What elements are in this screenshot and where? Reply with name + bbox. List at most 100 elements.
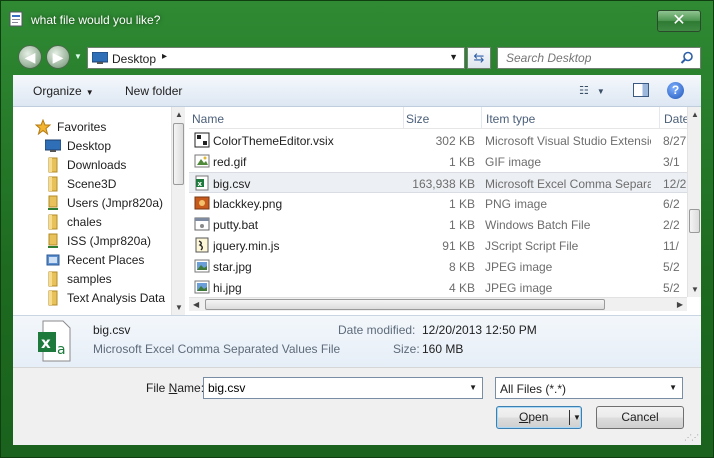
scroll-right-icon[interactable]: ▶ — [677, 300, 683, 309]
refresh-button[interactable]: ⇆ — [467, 47, 491, 69]
dialog-footer: File Name: ▼ All Files (*.*) ▼ Open ▼ Ca… — [13, 367, 701, 445]
svg-text:x: x — [41, 334, 51, 352]
column-header-size[interactable]: Size — [406, 112, 429, 126]
scroll-up-icon[interactable]: ▲ — [175, 110, 183, 119]
file-row-blackkey-png[interactable]: blackkey.png 1 KB PNG image 6/2 — [189, 193, 687, 214]
details-file-type: Microsoft Excel Comma Separated Values F… — [93, 342, 341, 356]
scroll-down-icon[interactable]: ▼ — [691, 285, 699, 294]
cancel-button[interactable]: Cancel — [596, 406, 684, 429]
column-header-name[interactable]: Name — [192, 112, 224, 126]
open-button[interactable]: Open ▼ — [496, 406, 582, 429]
file-list-vertical-scrollbar[interactable]: ▲ ▼ — [687, 107, 701, 297]
scroll-down-icon[interactable]: ▼ — [175, 303, 183, 312]
file-type: JPEG image — [485, 281, 553, 295]
nav-item-favorites[interactable]: Favorites — [35, 117, 106, 136]
file-name: ColorThemeEditor.vsix — [213, 134, 334, 148]
file-name-combobox[interactable]: ▼ — [203, 377, 483, 399]
forward-button[interactable]: ▶ — [46, 45, 70, 69]
details-size-label: Size: — [393, 342, 420, 356]
chevron-down-icon[interactable]: ▼ — [449, 52, 458, 62]
organize-button[interactable]: Organize ▼ — [33, 84, 94, 98]
desktop-icon — [45, 139, 61, 152]
file-name-input[interactable] — [204, 378, 462, 398]
nav-item-label: ISS (Jmpr820a) — [67, 233, 152, 248]
open-label: Open — [519, 407, 548, 428]
column-header-date[interactable]: Date — [664, 112, 689, 126]
label-part: ame: — [177, 381, 205, 395]
nav-item-recent-places[interactable]: Recent Places — [45, 250, 144, 269]
file-row-jquery-js[interactable]: jquery.min.js 91 KB JScript Script File … — [189, 235, 687, 256]
file-row-colorthemeeditor[interactable]: ColorThemeEditor.vsix 302 KB Microsoft V… — [189, 130, 687, 151]
address-bar[interactable]: Desktop ▸ ▼ — [87, 47, 465, 69]
help-button[interactable]: ? — [667, 82, 684, 99]
nav-item-desktop[interactable]: Desktop — [45, 136, 111, 155]
new-folder-button[interactable]: New folder — [125, 84, 182, 98]
nav-item-iss[interactable]: ISS (Jmpr820a) — [45, 231, 151, 250]
back-button[interactable]: ◀ — [18, 45, 42, 69]
scrollbar-thumb[interactable] — [205, 299, 605, 310]
organize-label: Organize — [33, 84, 82, 98]
scrollbar-thumb[interactable] — [689, 209, 700, 233]
image-icon — [194, 154, 210, 168]
file-row-big-csv[interactable]: x big.csv 163,938 KB Microsoft Excel Com… — [189, 172, 687, 193]
file-row-star-jpg[interactable]: star.jpg 8 KB JPEG image 5/2 — [189, 256, 687, 277]
nav-item-chales[interactable]: chales — [45, 212, 102, 231]
scroll-left-icon[interactable]: ◀ — [193, 300, 199, 309]
file-row-putty-bat[interactable]: putty.bat 1 KB Windows Batch File 2/2 — [189, 214, 687, 235]
details-size-value: 160 MB — [422, 342, 464, 356]
recent-locations-dropdown[interactable]: ▼ — [74, 52, 82, 61]
nav-item-users[interactable]: Users (Jmpr820a) — [45, 193, 163, 212]
file-row-hi-jpg[interactable]: hi.jpg 4 KB JPEG image 5/2 — [189, 277, 687, 298]
vsix-icon — [194, 132, 210, 148]
column-divider[interactable] — [403, 107, 404, 129]
nav-item-samples[interactable]: samples — [45, 269, 112, 288]
file-row-red-gif[interactable]: red.gif 1 KB GIF image 3/1 — [189, 151, 687, 172]
search-input[interactable] — [498, 48, 674, 68]
file-type: GIF image — [485, 155, 542, 169]
details-file-name: big.csv — [93, 323, 131, 337]
nav-item-text-analysis-data[interactable]: Text Analysis Data — [45, 288, 165, 307]
navigation-pane-scrollbar[interactable]: ▲ ▼ — [171, 107, 185, 315]
scroll-up-icon[interactable]: ▲ — [691, 110, 699, 119]
column-divider[interactable] — [659, 107, 660, 129]
search-box[interactable] — [497, 47, 701, 69]
chevron-down-icon[interactable]: ▼ — [573, 407, 581, 428]
file-name: hi.jpg — [213, 281, 242, 295]
folder-icon — [48, 176, 58, 191]
nav-item-label: chales — [67, 214, 102, 229]
file-type: JScript Script File — [485, 239, 579, 253]
jpeg-icon — [194, 259, 210, 273]
nav-item-label: samples — [67, 271, 112, 286]
svg-text:a: a — [57, 342, 66, 358]
file-size: 4 KB — [448, 281, 475, 295]
chevron-right-icon[interactable]: ▸ — [162, 51, 167, 62]
file-name: red.gif — [213, 155, 247, 169]
preview-pane-button[interactable] — [633, 83, 649, 97]
label-part: File — [146, 381, 169, 395]
resize-grip-icon[interactable]: ⋰⋰ — [684, 433, 699, 442]
file-type: Windows Batch File — [485, 218, 591, 232]
nav-item-downloads[interactable]: Downloads — [45, 155, 126, 174]
column-header-item-type[interactable]: Item type — [486, 112, 535, 126]
close-button[interactable]: ✕ — [657, 10, 701, 32]
nav-item-scene3d[interactable]: Scene3D — [45, 174, 116, 193]
file-list-horizontal-scrollbar[interactable]: ◀ ▶ — [189, 297, 687, 311]
star-icon — [35, 118, 51, 135]
document-icon — [9, 11, 23, 27]
file-type: Microsoft Visual Studio Extension — [485, 134, 651, 148]
navigation-bar: ◀ ▶ ▼ Desktop ▸ ▼ ⇆ — [1, 41, 713, 73]
file-type-select[interactable]: All Files (*.*) ▼ — [495, 377, 683, 399]
file-size: 163,938 KB — [412, 177, 475, 191]
address-location[interactable]: Desktop — [112, 52, 156, 66]
recent-places-icon — [46, 254, 60, 265]
navigation-pane: Favorites Desktop Downloads Scene3D User… — [13, 107, 171, 315]
chevron-down-icon: ▼ — [85, 88, 94, 97]
details-date-modified-label: Date modified: — [338, 323, 416, 337]
change-view-button[interactable]: ☷ ▼ — [579, 84, 605, 97]
scrollbar-thumb[interactable] — [173, 123, 184, 185]
nav-item-label: Text Analysis Data — [67, 290, 166, 305]
details-view-icon: ☷ — [579, 85, 589, 97]
column-divider[interactable] — [481, 107, 482, 129]
file-type: JPEG image — [485, 260, 553, 274]
chevron-down-icon[interactable]: ▼ — [469, 383, 477, 392]
